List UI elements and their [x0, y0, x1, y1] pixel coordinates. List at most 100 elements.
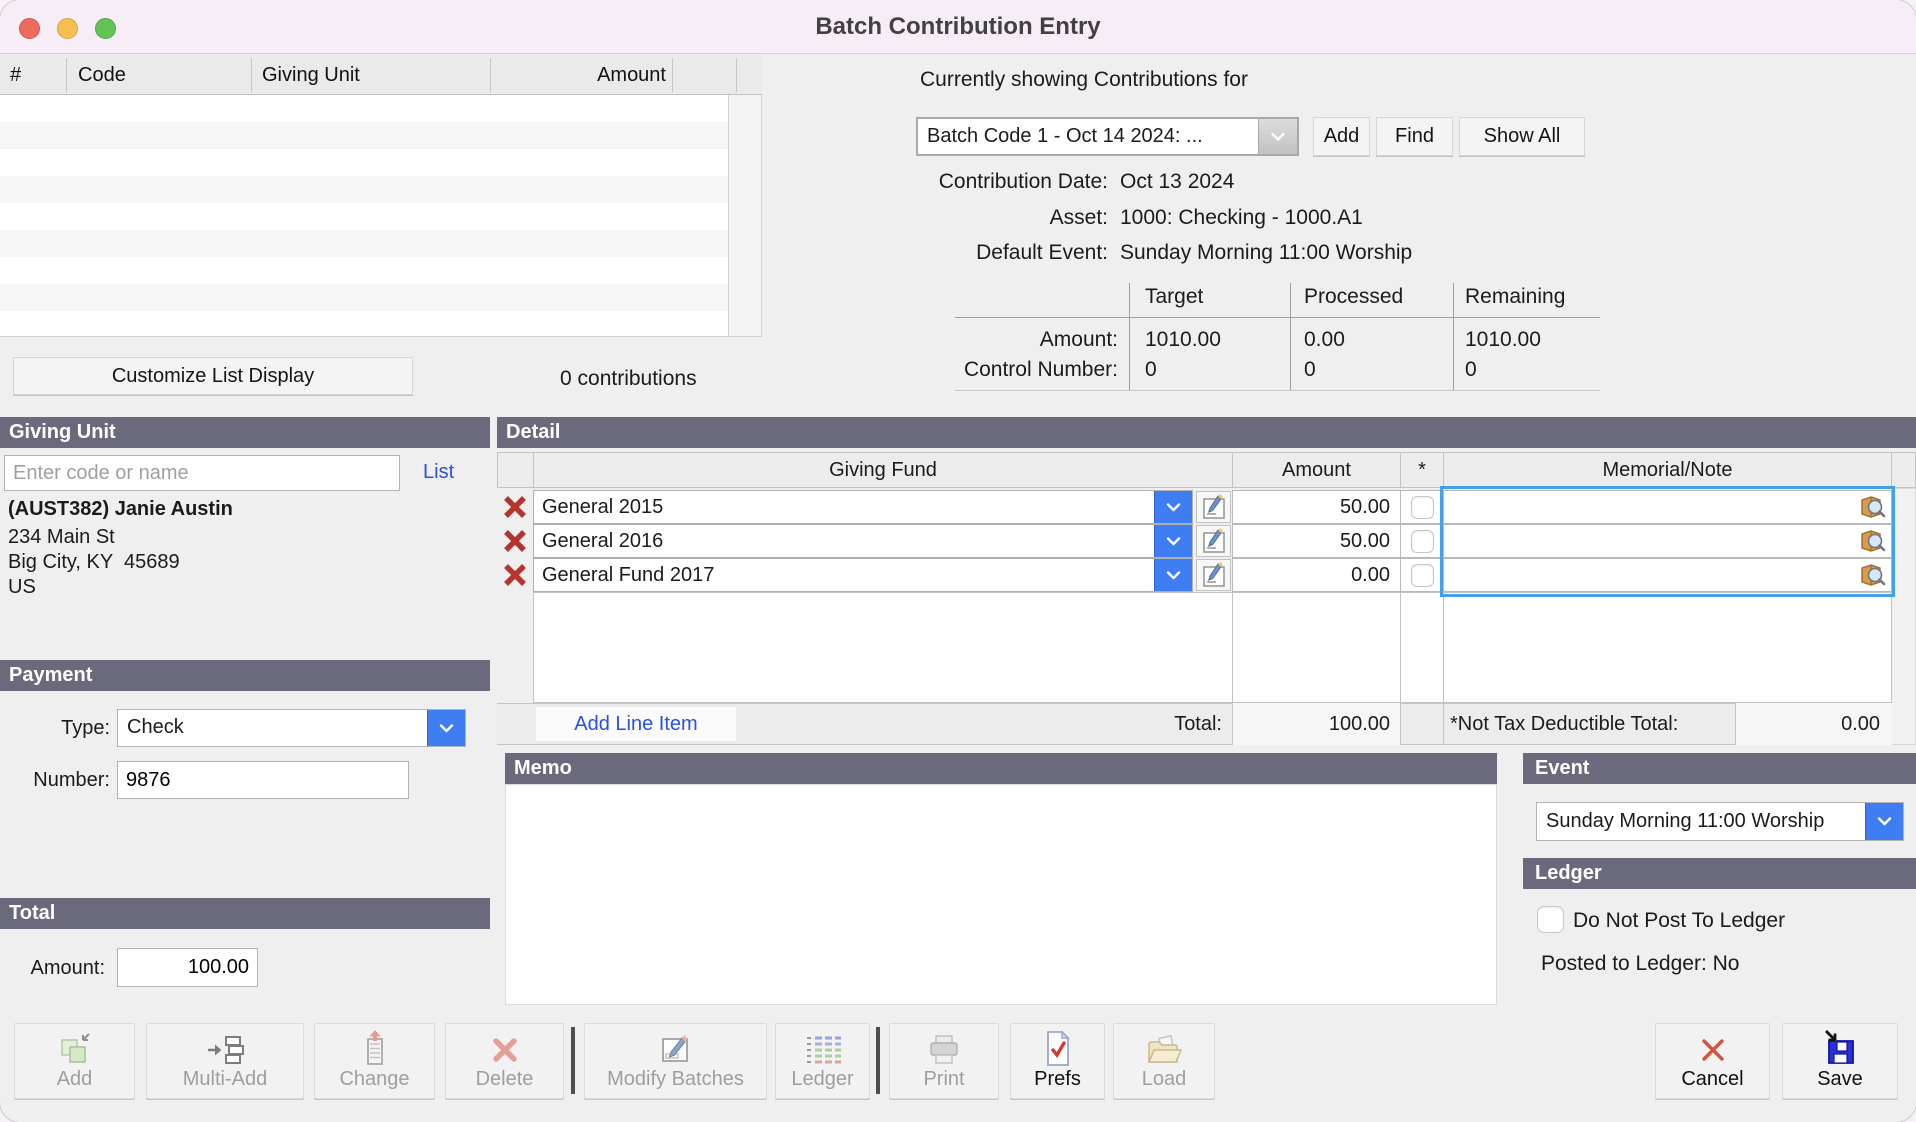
memorial-note-cell[interactable] [1443, 558, 1892, 592]
contribution-list-scrollbar[interactable] [728, 95, 762, 337]
chevron-down-icon[interactable] [1154, 491, 1192, 523]
showing-contributions-label: Currently showing Contributions for [920, 68, 1420, 92]
batch-add-button[interactable]: Add [1313, 117, 1370, 156]
ntd-checkbox[interactable] [1411, 530, 1434, 553]
default-event-value: Sunday Morning 11:00 Worship [1120, 241, 1620, 265]
multi-add-icon [205, 1025, 245, 1067]
ledger-icon [803, 1025, 843, 1067]
multi-add-button[interactable]: Multi-Add [146, 1023, 304, 1099]
summary-amount-target: 1010.00 [1145, 328, 1221, 352]
customize-list-display-button[interactable]: Customize List Display [13, 357, 413, 395]
giving-fund-select[interactable]: General 2015 [533, 490, 1193, 524]
cancel-button[interactable]: Cancel [1655, 1023, 1770, 1099]
giving-fund-value: General 2016 [534, 525, 1154, 557]
batch-select-value: Batch Code 1 - Oct 14 2024: ... [918, 119, 1258, 154]
summary-amount-label: Amount: [760, 328, 1118, 352]
memorial-lookup-icon[interactable] [1858, 495, 1886, 525]
delete-icon [488, 1025, 522, 1067]
chevron-down-icon[interactable] [1865, 803, 1903, 840]
add-button[interactable]: Add [14, 1023, 135, 1099]
print-button[interactable]: Print [889, 1023, 999, 1099]
memorial-note-cell[interactable] [1443, 524, 1892, 558]
summary-col-target: Target [1145, 285, 1203, 309]
summary-control-label: Control Number: [760, 358, 1118, 382]
prefs-button[interactable]: Prefs [1010, 1023, 1105, 1099]
delete-button[interactable]: Delete [445, 1023, 564, 1099]
edit-fund-icon[interactable] [1196, 525, 1231, 557]
column-header-giving-unit[interactable]: Giving Unit [262, 55, 462, 95]
amount-cell[interactable]: 50.00 [1232, 524, 1401, 558]
detail-header-scroll-blank [1891, 452, 1916, 488]
event-select-value: Sunday Morning 11:00 Worship [1537, 803, 1865, 840]
delete-line-icon[interactable] [500, 493, 530, 521]
giving-unit-search-input[interactable] [4, 455, 400, 491]
chevron-down-icon[interactable] [1154, 525, 1192, 557]
memorial-note-cell[interactable] [1443, 490, 1892, 524]
detail-empty-area [533, 592, 1892, 703]
contribution-list-body[interactable] [0, 95, 728, 337]
ntd-checkbox[interactable] [1411, 564, 1434, 587]
delete-line-icon[interactable] [500, 527, 530, 555]
change-button[interactable]: Change [314, 1023, 435, 1099]
amount-cell[interactable]: 50.00 [1232, 490, 1401, 524]
detail-header-memorial: Memorial/Note [1443, 452, 1892, 488]
prefs-icon [1043, 1025, 1073, 1067]
column-header-code[interactable]: Code [78, 55, 238, 95]
detail-total-value: 100.00 [1232, 703, 1401, 745]
posted-to-ledger-text: Posted to Ledger: No [1541, 952, 1739, 976]
total-amount-input[interactable] [117, 948, 258, 987]
batch-contribution-entry-window: Batch Contribution Entry # Code Giving U… [0, 0, 1916, 1122]
batch-find-button[interactable]: Find [1376, 117, 1453, 156]
add-icon [56, 1025, 94, 1067]
detail-row: General 2016 50.00 [0, 524, 1916, 558]
giving-fund-select[interactable]: General 2016 [533, 524, 1193, 558]
add-line-item-cell[interactable]: Add Line Item [536, 707, 736, 741]
summary-col-processed: Processed [1304, 285, 1403, 309]
batch-show-all-button[interactable]: Show All [1459, 117, 1585, 156]
summary-control-processed: 0 [1304, 358, 1316, 382]
giving-fund-select[interactable]: General Fund 2017 [533, 558, 1193, 592]
title-bar: Batch Contribution Entry [0, 0, 1916, 54]
save-icon [1822, 1025, 1858, 1067]
ledger-section-header: Ledger [1523, 858, 1916, 889]
amount-cell[interactable]: 0.00 [1232, 558, 1401, 592]
payment-type-select[interactable]: Check [117, 709, 466, 747]
load-button[interactable]: Load [1113, 1023, 1215, 1099]
column-header-amount[interactable]: Amount [490, 55, 666, 95]
modify-batches-button[interactable]: Modify Batches [584, 1023, 767, 1099]
payment-number-input[interactable] [117, 761, 409, 799]
column-header-number[interactable]: # [10, 55, 60, 95]
memorial-lookup-icon[interactable] [1858, 529, 1886, 559]
memo-section-header: Memo [505, 753, 1497, 784]
detail-header-amount: Amount [1232, 452, 1401, 488]
ntd-checkbox[interactable] [1411, 496, 1434, 519]
chevron-down-icon[interactable] [1258, 119, 1297, 154]
asset-label: Asset: [760, 206, 1108, 230]
payment-number-label: Number: [0, 769, 110, 792]
star-cell [1400, 524, 1444, 558]
summary-col-remaining: Remaining [1465, 285, 1565, 309]
detail-header-star: * [1400, 452, 1444, 488]
edit-fund-icon[interactable] [1196, 559, 1231, 591]
edit-fund-icon[interactable] [1196, 491, 1231, 523]
save-button[interactable]: Save [1782, 1023, 1898, 1099]
summary-control-target: 0 [1145, 358, 1157, 382]
total-section-header: Total [0, 898, 490, 929]
ledger-button[interactable]: Ledger [775, 1023, 870, 1099]
add-line-item-link[interactable]: Add Line Item [574, 713, 697, 735]
do-not-post-label: Do Not Post To Ledger [1573, 909, 1785, 933]
giving-unit-section-header: Giving Unit [0, 417, 490, 448]
summary-amount-remaining: 1010.00 [1465, 328, 1541, 352]
memorial-lookup-icon[interactable] [1858, 563, 1886, 593]
chevron-down-icon[interactable] [427, 710, 465, 746]
giving-unit-list-link[interactable]: List [423, 461, 454, 484]
batch-select[interactable]: Batch Code 1 - Oct 14 2024: ... [916, 117, 1299, 156]
memo-textarea[interactable] [505, 784, 1497, 1005]
event-select[interactable]: Sunday Morning 11:00 Worship [1536, 802, 1904, 841]
payment-section-header: Payment [0, 660, 490, 691]
modify-batches-icon [658, 1025, 694, 1067]
summary-amount-processed: 0.00 [1304, 328, 1345, 352]
delete-line-icon[interactable] [500, 561, 530, 589]
chevron-down-icon[interactable] [1154, 559, 1192, 591]
do-not-post-checkbox[interactable] [1537, 906, 1564, 933]
